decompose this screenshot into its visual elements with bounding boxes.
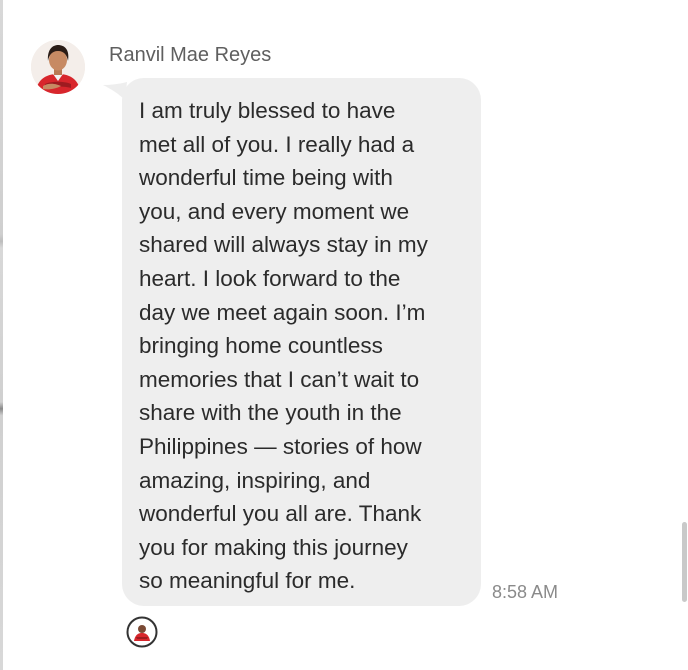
message-timestamp: 8:58 AM (492, 582, 559, 602)
avatar-image (31, 40, 85, 94)
message-bubble[interactable]: I am truly blessed to have met all of yo… (122, 78, 481, 606)
scrollbar[interactable] (680, 0, 688, 670)
scrollbar-thumb[interactable] (682, 522, 687, 602)
seen-by-avatar-icon[interactable] (126, 616, 158, 648)
seen-avatar-image (126, 616, 158, 648)
window-left-edge (0, 0, 3, 670)
avatar[interactable] (31, 40, 85, 94)
message-text: I am truly blessed to have met all of yo… (139, 98, 428, 594)
chat-pane: Ranvil Mae Reyes I am truly blessed to h… (0, 0, 688, 670)
sender-name: Ranvil Mae Reyes (109, 44, 272, 66)
